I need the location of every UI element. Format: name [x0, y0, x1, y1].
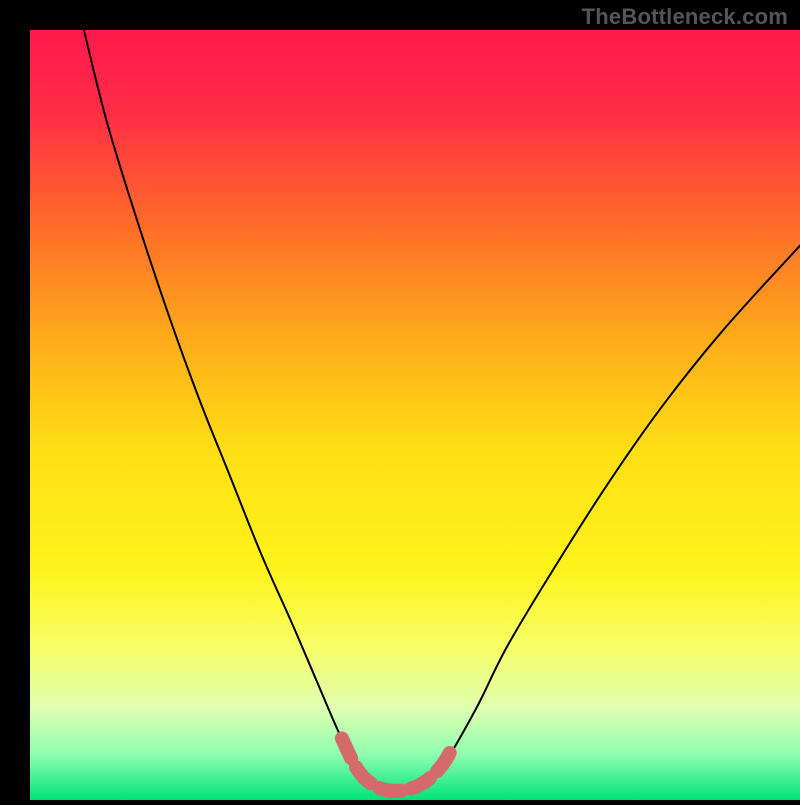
- gradient-background: [30, 30, 800, 800]
- chart-svg: [0, 0, 800, 800]
- watermark-label: TheBottleneck.com: [582, 4, 788, 30]
- bottleneck-chart: TheBottleneck.com: [0, 0, 800, 800]
